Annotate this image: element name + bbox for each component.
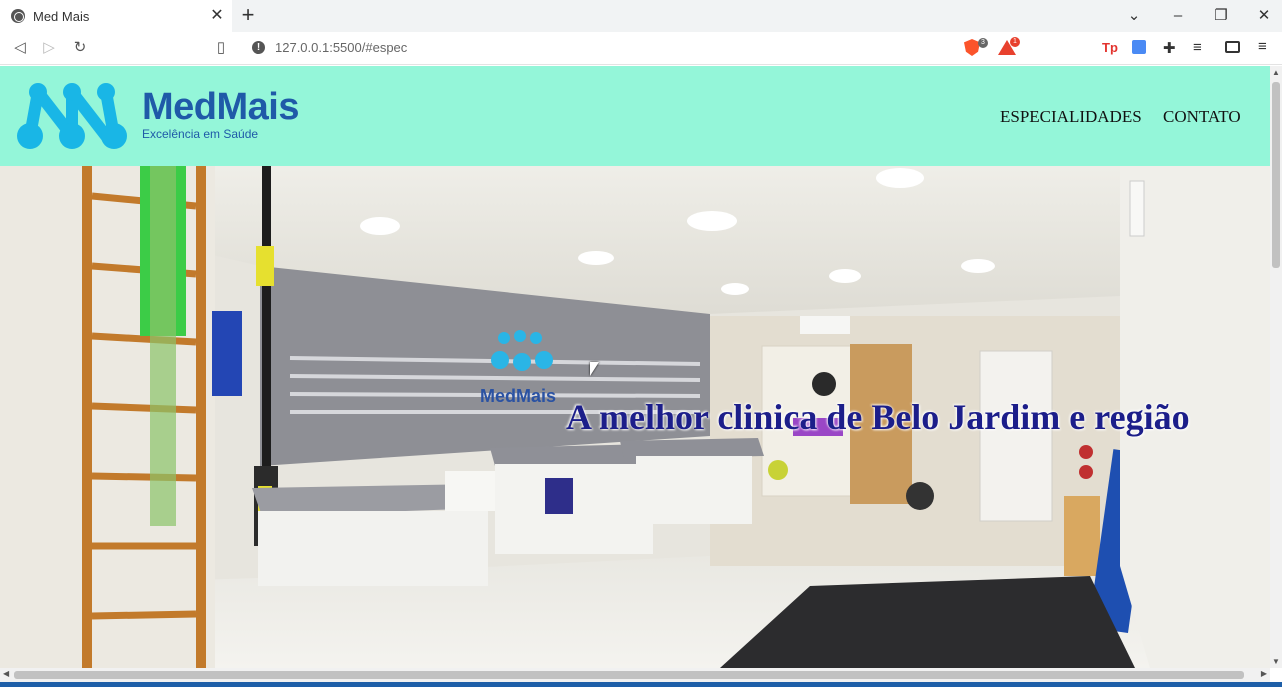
brand-name[interactable]: MedMais <box>142 86 299 129</box>
taskbar-edge <box>0 682 1282 687</box>
page-viewport: MedMais Excelência em Saúde ESPECIALIDAD… <box>0 66 1270 668</box>
browser-tab[interactable]: Med Mais ✕ <box>0 0 232 32</box>
horizontal-scrollbar[interactable]: ◀ ▶ <box>0 668 1270 682</box>
tab-title: Med Mais <box>33 9 90 24</box>
medmais-logo-icon[interactable] <box>16 80 128 152</box>
minimize-button[interactable]: – <box>1164 4 1192 28</box>
browser-toolbar: ◁ ▷ ↻ ▯ ! 127.0.0.1:5500/#espec 3 1 Tp ✚… <box>0 32 1282 65</box>
translate-extension-icon[interactable] <box>1132 40 1146 54</box>
site-info-icon[interactable]: ! <box>252 41 265 54</box>
address-bar[interactable]: 127.0.0.1:5500/#espec <box>275 40 407 55</box>
restore-button[interactable]: ❐ <box>1207 4 1235 28</box>
scroll-up-arrow-icon[interactable]: ▲ <box>1271 68 1281 77</box>
browser-menu-icon[interactable]: ≡ <box>1258 38 1267 55</box>
scroll-left-arrow-icon[interactable]: ◀ <box>3 669 9 678</box>
extension-tp-icon[interactable]: Tp <box>1102 40 1118 55</box>
rewards-count-badge: 1 <box>1010 37 1020 47</box>
nav-link-contato[interactable]: CONTATO <box>1163 107 1241 127</box>
window-close-button[interactable]: ✕ <box>1250 4 1278 28</box>
horizontal-scroll-thumb[interactable] <box>14 671 1244 679</box>
globe-icon <box>11 9 25 23</box>
scroll-down-arrow-icon[interactable]: ▼ <box>1271 657 1281 666</box>
playlist-icon[interactable]: ≡ <box>1193 39 1202 56</box>
site-header: MedMais Excelência em Saúde ESPECIALIDAD… <box>0 66 1270 166</box>
svg-text:MedMais: MedMais <box>480 386 556 406</box>
hero-banner: MedMais A melhor clinica de Belo Jardim … <box>0 166 1270 668</box>
nav-link-especialidades[interactable]: ESPECIALIDADES <box>1000 107 1142 127</box>
scroll-right-arrow-icon[interactable]: ▶ <box>1261 669 1267 678</box>
browser-tab-strip: Med Mais ✕ + ⌄ – ❐ ✕ <box>0 0 1282 32</box>
tab-close-icon[interactable]: ✕ <box>208 6 226 26</box>
vertical-scroll-thumb[interactable] <box>1272 82 1280 268</box>
hero-headline: A melhor clinica de Belo Jardim e região <box>566 397 1190 437</box>
tab-list-chevron-icon[interactable]: ⌄ <box>1120 4 1148 28</box>
new-tab-button[interactable]: + <box>237 4 259 28</box>
back-button[interactable]: ◁ <box>9 37 31 59</box>
reload-button[interactable]: ↻ <box>69 37 91 59</box>
shields-count-badge: 3 <box>978 38 988 48</box>
vertical-scrollbar[interactable]: ▲ ▼ <box>1270 66 1282 668</box>
bookmark-icon[interactable]: ▯ <box>210 37 232 59</box>
mouse-cursor-icon <box>590 362 599 376</box>
forward-button[interactable]: ▷ <box>38 37 60 59</box>
brand-tagline: Excelência em Saúde <box>142 127 259 141</box>
extensions-puzzle-icon[interactable]: ✚ <box>1163 39 1176 57</box>
wallet-icon[interactable] <box>1225 41 1240 53</box>
